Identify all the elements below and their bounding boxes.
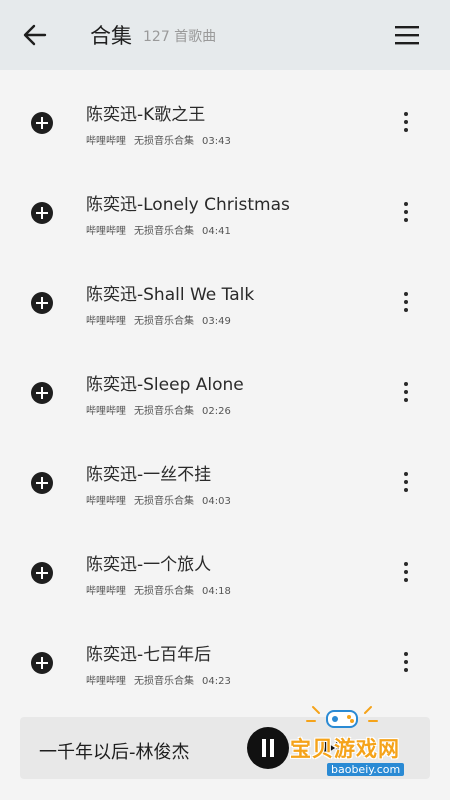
song-source: 哔哩哔哩 — [86, 136, 126, 147]
song-duration: 04:18 — [202, 586, 231, 597]
song-row[interactable]: 陈奕迅-Sleep Alone 哔哩哔哩 无损音乐合集 02:26 — [0, 340, 450, 430]
add-circle-icon[interactable] — [31, 202, 53, 224]
more-vertical-icon[interactable] — [399, 471, 413, 493]
add-circle-icon[interactable] — [31, 472, 53, 494]
song-duration: 03:43 — [202, 136, 231, 147]
arrow-left-icon[interactable] — [22, 22, 48, 48]
song-list: 陈奕迅-K歌之王 哔哩哔哩 无损音乐合集 03:43 陈奕迅-Lonely Chri… — [0, 70, 450, 700]
more-vertical-icon[interactable] — [399, 561, 413, 583]
add-circle-icon[interactable] — [31, 112, 53, 134]
page-title: 合集 — [90, 24, 132, 48]
add-circle-icon[interactable] — [31, 382, 53, 404]
more-vertical-icon[interactable] — [399, 111, 413, 133]
add-circle-icon[interactable] — [31, 562, 53, 584]
song-title: 陈奕迅-七百年后 — [86, 645, 212, 665]
song-title: 陈奕迅-Shall We Talk — [86, 285, 255, 305]
song-meta: 哔哩哔哩 无损音乐合集 04:23 — [86, 672, 239, 687]
add-circle-icon[interactable] — [31, 652, 53, 674]
more-vertical-icon[interactable] — [399, 381, 413, 403]
song-meta: 哔哩哔哩 无损音乐合集 03:43 — [86, 132, 239, 147]
song-row[interactable]: 陈奕迅-一丝不挂 哔哩哔哩 无损音乐合集 04:03 — [0, 430, 450, 520]
song-album: 无损音乐合集 — [134, 586, 194, 597]
song-source: 哔哩哔哩 — [86, 586, 126, 597]
song-duration: 04:41 — [202, 226, 231, 237]
song-album: 无损音乐合集 — [134, 226, 194, 237]
song-source: 哔哩哔哩 — [86, 676, 126, 687]
song-title: 陈奕迅-K歌之王 — [86, 105, 206, 125]
song-duration: 04:03 — [202, 496, 231, 507]
song-album: 无损音乐合集 — [134, 496, 194, 507]
song-album: 无损音乐合集 — [134, 676, 194, 687]
song-title: 陈奕迅-Sleep Alone — [86, 375, 244, 395]
song-meta: 哔哩哔哩 无损音乐合集 03:49 — [86, 312, 239, 327]
song-row[interactable]: 陈奕迅-Lonely Christmas 哔哩哔哩 无损音乐合集 04:41 — [0, 160, 450, 250]
watermark-text: 宝贝游戏网 — [290, 737, 400, 761]
song-meta: 哔哩哔哩 无损音乐合集 02:26 — [86, 402, 239, 417]
song-row[interactable]: 陈奕迅-七百年后 哔哩哔哩 无损音乐合集 04:23 — [0, 610, 450, 700]
more-vertical-icon[interactable] — [399, 201, 413, 223]
song-album: 无损音乐合集 — [134, 406, 194, 417]
hamburger-menu-icon[interactable] — [394, 24, 420, 46]
song-title: 陈奕迅-Lonely Christmas — [86, 195, 290, 215]
more-vertical-icon[interactable] — [399, 651, 413, 673]
song-source: 哔哩哔哩 — [86, 496, 126, 507]
song-row[interactable]: 陈奕迅-K歌之王 哔哩哔哩 无损音乐合集 03:43 — [0, 70, 450, 160]
song-meta: 哔哩哔哩 无损音乐合集 04:41 — [86, 222, 239, 237]
song-title: 陈奕迅-一丝不挂 — [86, 465, 212, 485]
song-meta: 哔哩哔哩 无损音乐合集 04:18 — [86, 582, 239, 597]
song-count: 127 首歌曲 — [143, 29, 217, 45]
add-circle-icon[interactable] — [31, 292, 53, 314]
watermark-url: baobeiy.com — [327, 763, 405, 776]
song-album: 无损音乐合集 — [134, 136, 194, 147]
pause-icon[interactable] — [247, 727, 289, 769]
song-source: 哔哩哔哩 — [86, 406, 126, 417]
app-header: 合集 127 首歌曲 — [0, 0, 450, 70]
song-duration: 04:23 — [202, 676, 231, 687]
now-playing-title: 一千年以后-林俊杰 — [39, 742, 190, 763]
song-duration: 03:49 — [202, 316, 231, 327]
song-source: 哔哩哔哩 — [86, 226, 126, 237]
song-title: 陈奕迅-一个旅人 — [86, 555, 212, 575]
song-meta: 哔哩哔哩 无损音乐合集 04:03 — [86, 492, 239, 507]
song-row[interactable]: 陈奕迅-一个旅人 哔哩哔哩 无损音乐合集 04:18 — [0, 520, 450, 610]
song-album: 无损音乐合集 — [134, 316, 194, 327]
song-source: 哔哩哔哩 — [86, 316, 126, 327]
more-vertical-icon[interactable] — [399, 291, 413, 313]
song-row[interactable]: 陈奕迅-Shall We Talk 哔哩哔哩 无损音乐合集 03:49 — [0, 250, 450, 340]
song-duration: 02:26 — [202, 406, 231, 417]
